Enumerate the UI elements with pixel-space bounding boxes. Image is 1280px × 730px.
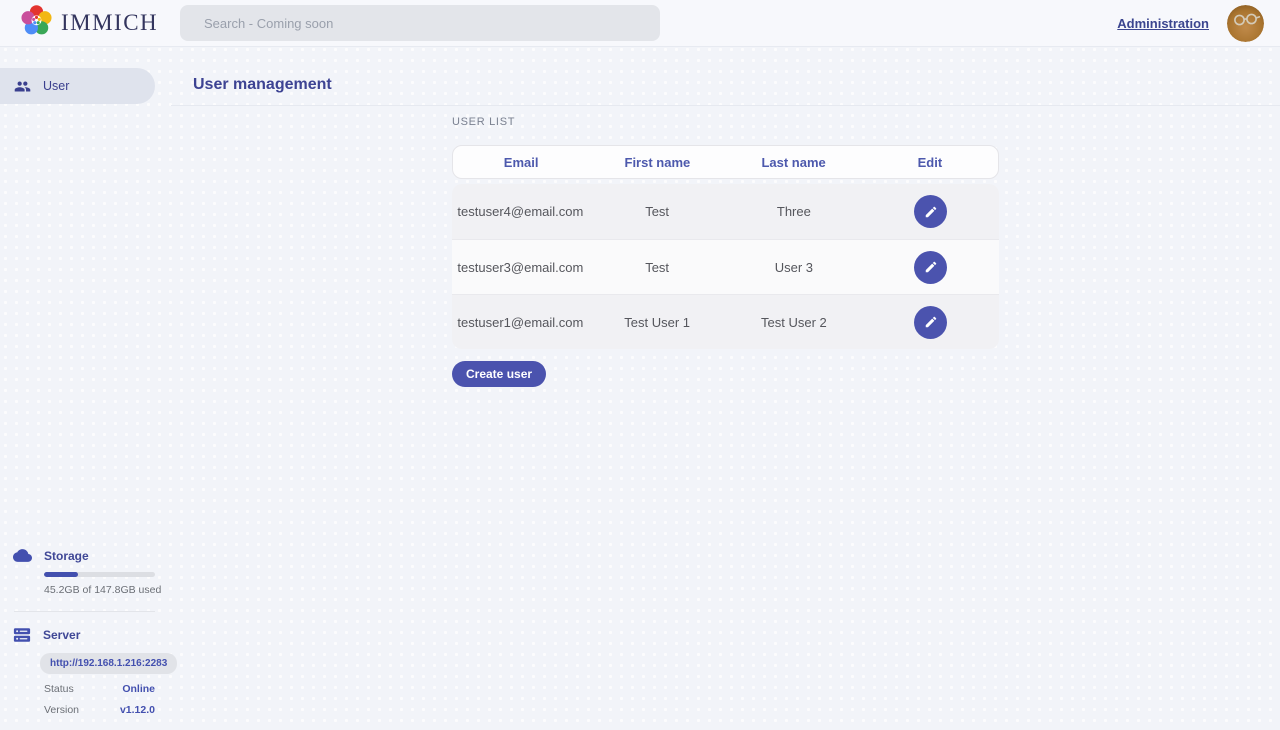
immich-flower-icon: [20, 4, 53, 42]
sidebar-footer: Storage 45.2GB of 147.8GB used Server ht…: [0, 546, 171, 730]
administration-link[interactable]: Administration: [1117, 16, 1209, 31]
server-version-value: v1.12.0: [120, 704, 155, 716]
sidebar-item-users[interactable]: User: [0, 68, 155, 104]
column-header-email: Email: [453, 155, 589, 170]
edit-user-button[interactable]: [914, 251, 947, 284]
table-header-row: Email First name Last name Edit: [452, 145, 999, 179]
app-name: IMMICH: [61, 10, 158, 36]
server-icon: [13, 626, 31, 644]
pencil-icon: [924, 205, 938, 219]
table-row: testuser4@email.com Test Three: [452, 184, 999, 239]
user-avatar[interactable]: [1227, 5, 1264, 42]
table-row: testuser3@email.com Test User 3: [452, 239, 999, 294]
search-input[interactable]: [180, 5, 660, 41]
users-group-icon: [14, 78, 31, 95]
server-status-label: Status: [44, 683, 74, 695]
page-title: User management: [193, 76, 332, 94]
cell-email: testuser3@email.com: [452, 260, 589, 275]
pencil-icon: [924, 315, 938, 329]
storage-usage-text: 45.2GB of 147.8GB used: [44, 584, 171, 596]
server-status-value: Online: [122, 683, 155, 695]
edit-user-button[interactable]: [914, 195, 947, 228]
cell-first-name: Test User 1: [589, 315, 726, 330]
app-logo[interactable]: IMMICH: [20, 4, 158, 42]
table-body: testuser4@email.com Test Three testuser3…: [452, 184, 999, 349]
server-title: Server: [43, 628, 80, 642]
cell-email: testuser4@email.com: [452, 204, 589, 219]
column-header-first-name: First name: [589, 155, 725, 170]
cell-last-name: User 3: [726, 260, 863, 275]
cell-last-name: Three: [726, 204, 863, 219]
cell-email: testuser1@email.com: [452, 315, 589, 330]
table-row: testuser1@email.com Test User 1 Test Use…: [452, 294, 999, 349]
column-header-edit: Edit: [862, 155, 998, 170]
cell-first-name: Test: [589, 204, 726, 219]
storage-progress-bar: [44, 572, 155, 577]
footer-divider: [14, 611, 155, 612]
server-version-label: Version: [44, 704, 79, 716]
storage-progress-fill: [44, 572, 78, 577]
edit-user-button[interactable]: [914, 306, 947, 339]
cell-first-name: Test: [589, 260, 726, 275]
server-url-badge: http://192.168.1.216:2283: [40, 653, 177, 674]
cell-last-name: Test User 2: [726, 315, 863, 330]
section-label: USER LIST: [452, 116, 999, 128]
top-navbar: IMMICH Administration: [0, 0, 1280, 47]
column-header-last-name: Last name: [726, 155, 862, 170]
user-list-section: USER LIST Email First name Last name Edi…: [452, 116, 999, 387]
page-divider: [171, 105, 1280, 106]
cloud-icon: [13, 546, 32, 565]
storage-title: Storage: [44, 549, 89, 563]
pencil-icon: [924, 260, 938, 274]
sidebar-item-label: User: [43, 79, 69, 93]
create-user-button[interactable]: Create user: [452, 361, 546, 387]
